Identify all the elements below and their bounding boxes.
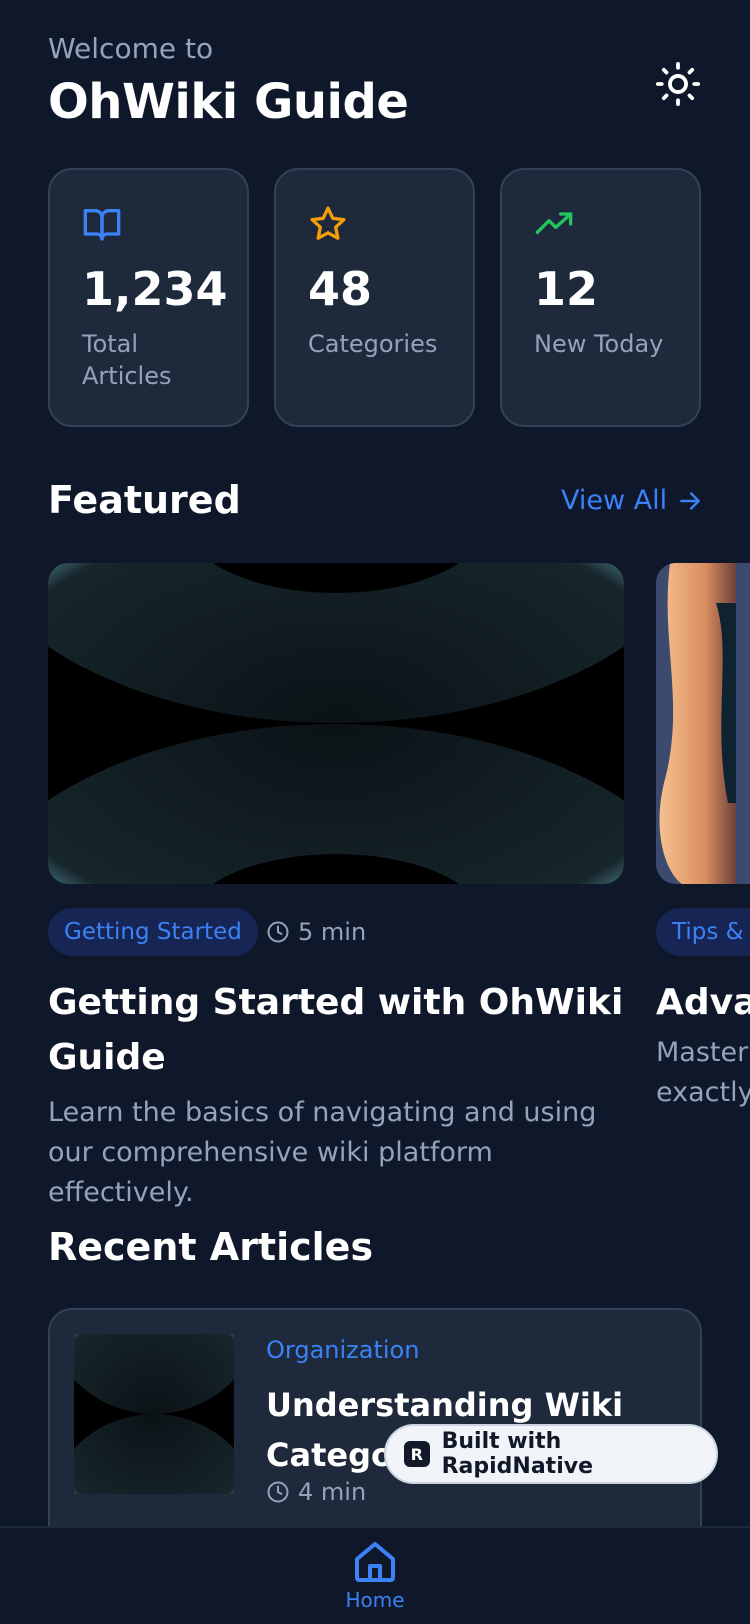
recent-heading: Recent Articles <box>48 1225 374 1269</box>
arrow-right-icon <box>680 491 700 510</box>
featured-heading: Featured <box>48 478 241 522</box>
bottom-nav: Home <box>0 1526 750 1624</box>
featured-card[interactable]: Tips & T Advan Master exactly <box>656 563 750 1183</box>
home-icon <box>355 1542 395 1582</box>
stat-value: 48 <box>308 262 373 316</box>
clock-icon <box>267 1481 289 1503</box>
rapidnative-logo-icon: R <box>404 1441 430 1467</box>
star-icon <box>310 206 346 240</box>
welcome-text: Welcome to <box>48 32 214 65</box>
stat-label: New Today <box>534 330 664 358</box>
stat-card-articles[interactable]: 1,234 Total Articles <box>48 168 249 427</box>
stat-card-new-today[interactable]: 12 New Today <box>500 168 701 427</box>
featured-image <box>656 563 750 884</box>
theme-toggle-button[interactable] <box>652 58 704 110</box>
home-screen: Welcome to OhWiki Guide 1,234 Total Arti… <box>0 0 750 1624</box>
sun-icon <box>655 61 701 107</box>
read-time-label: 4 min <box>298 1478 367 1506</box>
read-time: 4 min <box>266 1478 366 1506</box>
featured-description: Master exactly <box>656 1037 750 1108</box>
read-time: 5 min <box>266 908 366 956</box>
nav-tab-home[interactable]: Home <box>340 1538 410 1612</box>
category-badge[interactable]: Tips & T <box>656 908 750 956</box>
article-thumbnail <box>74 1334 234 1494</box>
stat-card-categories[interactable]: 48 Categories <box>274 168 475 427</box>
book-open-icon <box>83 209 121 241</box>
featured-title: Advan <box>656 982 750 1023</box>
stat-label: Categories <box>308 330 438 358</box>
clock-icon <box>267 921 289 943</box>
app-title: OhWiki Guide <box>48 74 409 130</box>
stat-label: Total Articles <box>82 330 172 390</box>
built-with-badge[interactable]: R Built with RapidNative <box>384 1424 718 1484</box>
article-category: Organization <box>266 1336 420 1364</box>
featured-image <box>48 563 624 884</box>
featured-description: Learn the basics of navigating and using… <box>48 1097 597 1208</box>
featured-title: Getting Started with OhWiki Guide <box>48 982 624 1078</box>
stat-value: 1,234 <box>82 262 228 316</box>
view-all-label: View All <box>561 485 668 516</box>
view-all-link[interactable]: View All <box>561 485 703 516</box>
trending-up-icon <box>535 212 573 234</box>
built-with-label: Built with RapidNative <box>441 1429 593 1479</box>
category-badge[interactable]: Getting Started <box>48 908 258 956</box>
nav-tab-home-label: Home <box>345 1588 405 1612</box>
featured-card[interactable]: Getting Started 5 min Getting Started wi… <box>48 563 624 1208</box>
read-time-label: 5 min <box>298 918 367 946</box>
stat-value: 12 <box>534 262 599 316</box>
